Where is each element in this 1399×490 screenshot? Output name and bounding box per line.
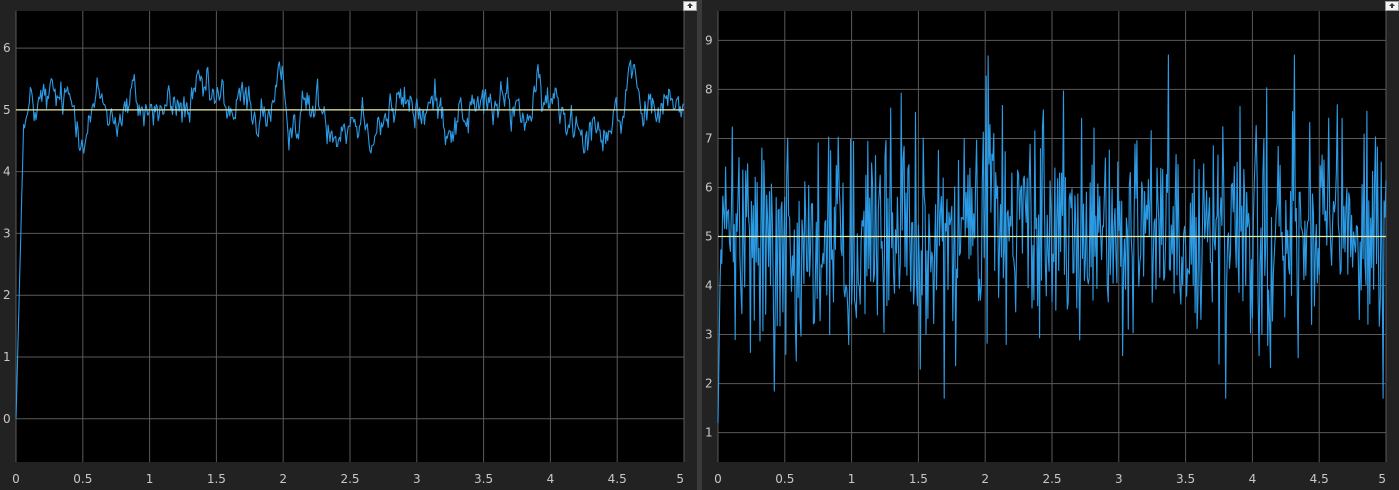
- x-tick-label: 5: [676, 472, 684, 486]
- y-tick-label: 6: [705, 180, 713, 194]
- x-tick-label: 2.5: [340, 472, 359, 486]
- restore-left-button[interactable]: [683, 1, 697, 11]
- y-tick-label: 2: [3, 288, 11, 302]
- x-tick-label: 2: [279, 472, 287, 486]
- x-tick-label: 0.5: [73, 472, 92, 486]
- y-tick-label: 4: [705, 279, 713, 293]
- y-tick-label: 1: [3, 350, 11, 364]
- x-tick-label: 1.5: [909, 472, 928, 486]
- x-tick-label: 1: [848, 472, 856, 486]
- x-tick-label: 0.5: [775, 472, 794, 486]
- y-tick-label: 0: [3, 412, 11, 426]
- x-tick-label: 0: [12, 472, 20, 486]
- restore-right-button[interactable]: [1385, 1, 1399, 11]
- x-tick-label: 1: [146, 472, 154, 486]
- x-tick-label: 1.5: [207, 472, 226, 486]
- scope-right-plot[interactable]: 0 0.5 1 1.5 2 2.5 3 3.5 4 4.5 5 1 2 3 4 5 6 7 8 9: [702, 0, 1399, 490]
- maximize-arrow-icon: [687, 3, 693, 8]
- y-tick-label: 6: [3, 41, 11, 55]
- x-tick-label: 3: [1115, 472, 1123, 486]
- x-tick-label: 3.5: [1176, 472, 1195, 486]
- maximize-arrow-icon: [1389, 3, 1395, 8]
- scope-left-panel: 0 0.5 1 1.5 2 2.5 3 3.5 4 4.5 5 0 1 2 3 4 5 6: [0, 0, 697, 490]
- y-tick-label: 2: [705, 377, 713, 391]
- x-tick-label: 4.5: [608, 472, 627, 486]
- y-tick-label: 8: [705, 82, 713, 96]
- x-tick-label: 2: [981, 472, 989, 486]
- y-tick-label: 1: [705, 426, 713, 440]
- x-tick-label: 4.5: [1310, 472, 1329, 486]
- x-tick-label: 0: [714, 472, 722, 486]
- scope-right-panel: 0 0.5 1 1.5 2 2.5 3 3.5 4 4.5 5 1 2 3 4 5 6 7 8 9: [702, 0, 1399, 490]
- y-tick-label: 9: [705, 33, 713, 47]
- y-tick-label: 4: [3, 165, 11, 179]
- x-tick-label: 5: [1378, 472, 1386, 486]
- y-tick-label: 5: [3, 103, 11, 117]
- x-tick-label: 4: [1249, 472, 1257, 486]
- x-tick-label: 4: [547, 472, 555, 486]
- scope-left-plot[interactable]: 0 0.5 1 1.5 2 2.5 3 3.5 4 4.5 5 0 1 2 3 4 5 6: [0, 0, 697, 490]
- x-tick-label: 2.5: [1042, 472, 1061, 486]
- y-tick-label: 5: [705, 230, 713, 244]
- x-tick-label: 3.5: [474, 472, 493, 486]
- y-tick-label: 7: [705, 131, 713, 145]
- y-tick-label: 3: [3, 226, 11, 240]
- x-tick-label: 3: [413, 472, 421, 486]
- y-tick-label: 3: [705, 328, 713, 342]
